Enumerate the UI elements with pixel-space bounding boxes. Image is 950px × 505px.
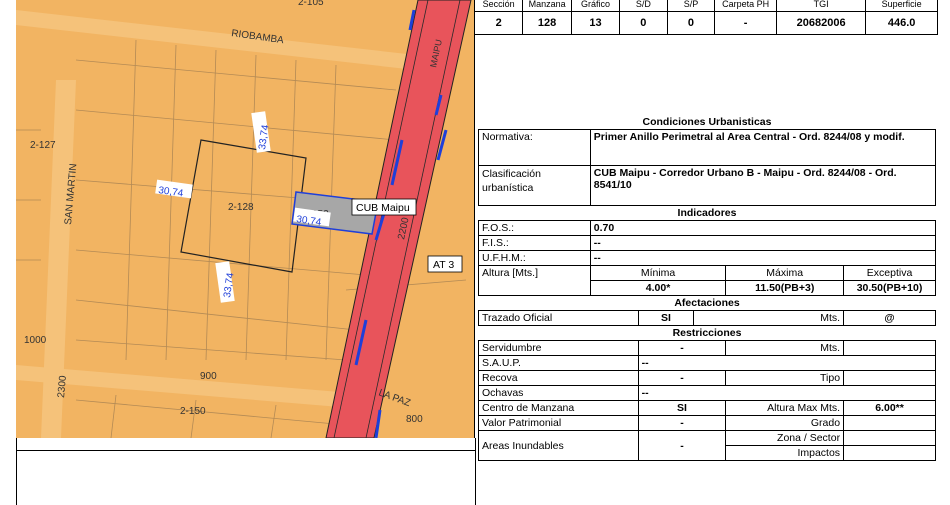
maxima-value: 11.50(PB+3) bbox=[725, 280, 845, 296]
ufhm-label: U.F.H.M.: bbox=[478, 250, 591, 266]
header-superficie: Superficie bbox=[865, 0, 938, 12]
at-label: AT 3 bbox=[433, 259, 454, 271]
grado-label: Grado bbox=[725, 415, 845, 431]
value-grafico: 13 bbox=[570, 11, 621, 35]
recova-label: Recova bbox=[478, 370, 639, 386]
exceptiva-value: 30.50(PB+10) bbox=[843, 280, 936, 296]
cadastral-map[interactable]: RIOBAMBA MAIPU SAN MARTIN LA PAZ 2-105 2… bbox=[16, 0, 475, 438]
recova-tipo-label: Tipo bbox=[725, 370, 845, 386]
areas-inundables-label: Areas Inundables bbox=[478, 430, 639, 461]
header-grafico: Gráfico bbox=[570, 0, 621, 12]
fis-value: -- bbox=[589, 235, 937, 251]
impactos-value bbox=[843, 445, 936, 461]
impactos-label: Impactos bbox=[725, 445, 845, 461]
trazado-value: SI bbox=[637, 310, 695, 326]
clasificacion-label-2: urbanística bbox=[482, 182, 534, 194]
altura-max-label: Altura Max Mts. bbox=[725, 400, 845, 416]
servidumbre-label: Servidumbre bbox=[478, 340, 639, 356]
trazado-mts-value: @ bbox=[843, 310, 936, 326]
value-seccion: 2 bbox=[473, 11, 524, 35]
clasificacion-value: CUB Maipu - Corredor Urbano B - Maipu - … bbox=[589, 165, 937, 206]
block-label-2-128: 2-128 bbox=[228, 202, 254, 213]
value-superficie: 446.0 bbox=[865, 11, 938, 35]
zona-sector-label: Zona / Sector bbox=[725, 430, 845, 446]
number-1000: 1000 bbox=[24, 335, 47, 346]
centro-manzana-label: Centro de Manzana bbox=[478, 400, 639, 416]
info-panel: Sección Manzana Gráfico S/D S/P Carpeta … bbox=[473, 0, 938, 505]
recova-tipo-value bbox=[843, 370, 936, 386]
clasificacion-label: Clasificación urbanística bbox=[478, 165, 591, 206]
fos-value: 0.70 bbox=[589, 220, 937, 236]
areas-inundables-value: - bbox=[637, 430, 727, 461]
altura-max-value: 6.00** bbox=[843, 400, 936, 416]
header-sp: S/P bbox=[666, 0, 716, 12]
minima-value: 4.00* bbox=[589, 280, 727, 296]
header-tgi: TGI bbox=[775, 0, 867, 12]
block-label-2-127: 2-127 bbox=[30, 140, 56, 151]
header-manzana: Manzana bbox=[522, 0, 572, 12]
servidumbre-mts-label: Mts. bbox=[725, 340, 845, 356]
value-tgi: 20682006 bbox=[775, 11, 867, 35]
section-indicadores: Indicadores bbox=[478, 205, 936, 221]
value-sp: 0 bbox=[666, 11, 716, 35]
trazado-label: Trazado Oficial bbox=[478, 310, 639, 326]
servidumbre-mts-value bbox=[843, 340, 936, 356]
header-sd: S/D bbox=[619, 0, 668, 12]
section-condiciones: Condiciones Urbanisticas bbox=[478, 115, 936, 130]
grado-value bbox=[843, 415, 936, 431]
ochavas-label: Ochavas bbox=[478, 385, 639, 401]
catastro-table: Sección Manzana Gráfico S/D S/P Carpeta … bbox=[473, 0, 938, 35]
saup-value: -- bbox=[637, 355, 937, 371]
saup-label: S.A.U.P. bbox=[478, 355, 639, 371]
servidumbre-value: - bbox=[637, 340, 727, 356]
centro-manzana-value: SI bbox=[637, 400, 727, 416]
cub-label: CUB Maipu bbox=[356, 202, 410, 214]
valor-patrimonial-value: - bbox=[637, 415, 727, 431]
number-800: 800 bbox=[406, 414, 423, 425]
number-900: 900 bbox=[200, 371, 217, 382]
maxima-label: Máxima bbox=[725, 265, 845, 281]
map-footer-area bbox=[16, 438, 476, 505]
normativa-label: Normativa: bbox=[478, 129, 591, 166]
number-2300: 2300 bbox=[56, 375, 69, 399]
clasificacion-label-1: Clasificación bbox=[482, 168, 541, 180]
exceptiva-label: Exceptiva bbox=[843, 265, 936, 281]
map-canvas: RIOBAMBA MAIPU SAN MARTIN LA PAZ 2-105 2… bbox=[16, 0, 474, 438]
minima-label: Mínima bbox=[589, 265, 727, 281]
fos-label: F.O.S.: bbox=[478, 220, 591, 236]
section-afectaciones: Afectaciones bbox=[478, 295, 936, 311]
value-sd: 0 bbox=[619, 11, 668, 35]
ufhm-value: -- bbox=[589, 250, 937, 266]
block-label-2-105: 2-105 bbox=[298, 0, 324, 8]
header-seccion: Sección bbox=[473, 0, 524, 12]
valor-patrimonial-label: Valor Patrimonial bbox=[478, 415, 639, 431]
zona-sector-value bbox=[843, 430, 936, 446]
block-label-2-150: 2-150 bbox=[180, 406, 206, 417]
trazado-mts-label: Mts. bbox=[693, 310, 845, 326]
ochavas-value: -- bbox=[637, 385, 937, 401]
value-manzana: 128 bbox=[522, 11, 572, 35]
altura-label: Altura [Mts.] bbox=[478, 265, 591, 296]
conditions-table: Condiciones Urbanisticas Normativa: Prim… bbox=[478, 115, 937, 461]
fis-label: F.I.S.: bbox=[478, 235, 591, 251]
recova-value: - bbox=[637, 370, 727, 386]
header-carpeta-ph: Carpeta PH bbox=[714, 0, 777, 12]
section-restricciones: Restricciones bbox=[478, 325, 936, 341]
normativa-value: Primer Anillo Perimetral al Area Central… bbox=[589, 129, 937, 166]
value-carpeta-ph: - bbox=[714, 11, 777, 35]
